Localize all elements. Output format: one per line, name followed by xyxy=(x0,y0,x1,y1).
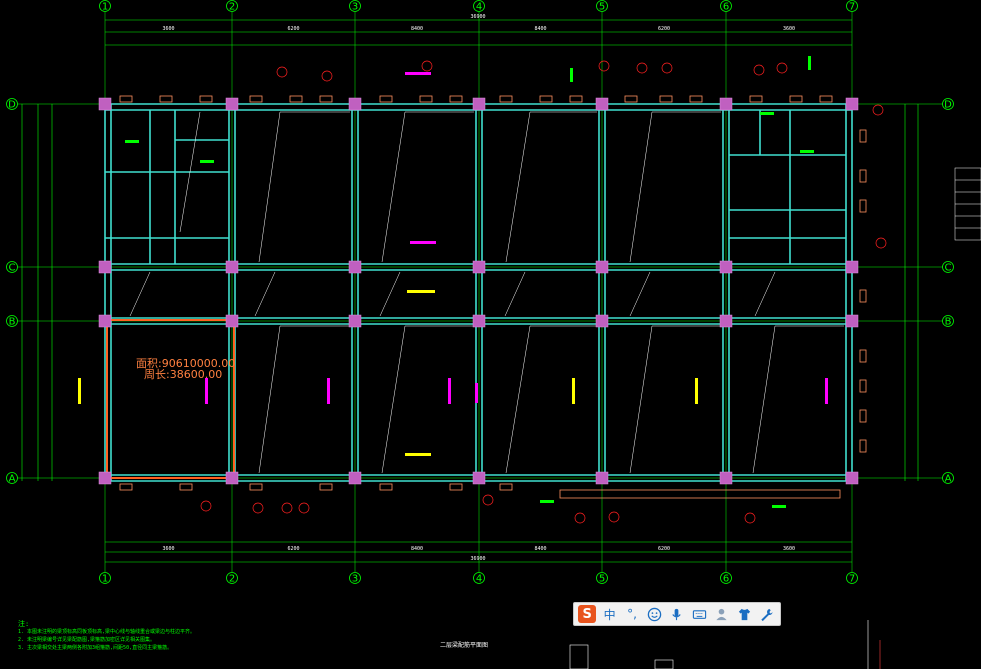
axis-label-2: 2 xyxy=(229,574,235,585)
span-dimension: 6200 xyxy=(658,546,670,552)
axis-label-6: 6 xyxy=(723,574,729,585)
cad-drawing-canvas[interactable]: 3600 3600 6200 6200 8400 8400 8400 8400 6200 6200… xyxy=(0,0,981,669)
span-dimension: 8400 xyxy=(411,26,423,32)
axis-label-B: B xyxy=(9,317,16,328)
column xyxy=(348,97,362,111)
column xyxy=(845,260,859,274)
total-dimension-bottom: 36900 xyxy=(470,556,485,562)
column xyxy=(845,471,859,485)
axis-label-5: 5 xyxy=(599,2,605,13)
column xyxy=(225,260,239,274)
span-dimension: 8400 xyxy=(534,546,546,552)
selected-room-outline[interactable] xyxy=(106,319,235,479)
section-callouts xyxy=(200,60,887,524)
column xyxy=(225,314,239,328)
axis-label-7: 7 xyxy=(849,2,855,13)
ime-mode-button[interactable]: 中 xyxy=(600,605,618,623)
side-legend-table xyxy=(954,167,981,241)
drawing-title: 二层梁配筋平面图 xyxy=(440,642,489,649)
total-dimension-top: 36900 xyxy=(470,14,485,20)
span-dimension: 3600 xyxy=(162,546,174,552)
column xyxy=(595,97,609,111)
column xyxy=(98,260,112,274)
column xyxy=(595,471,609,485)
axis-label-A: A xyxy=(945,474,952,485)
beam-lines xyxy=(104,103,853,482)
emoji-icon[interactable] xyxy=(645,605,663,623)
bottom-detail-fragments xyxy=(569,620,881,669)
sogou-logo-icon[interactable]: S xyxy=(578,605,597,623)
column xyxy=(845,97,859,111)
ime-punctuation-button[interactable]: °, xyxy=(623,605,641,623)
axis-label-2: 2 xyxy=(229,2,235,13)
axis-label-D: D xyxy=(944,100,952,111)
note-line-3: 3. 主次梁相交处主梁两侧各附加3组箍筋,间距50,直径同主梁箍筋。 xyxy=(18,645,173,651)
microphone-icon[interactable] xyxy=(668,605,686,623)
axis-label-C: C xyxy=(9,263,16,274)
axis-label-3: 3 xyxy=(352,2,358,13)
span-dimension: 6200 xyxy=(287,26,299,32)
axis-label-3: 3 xyxy=(352,574,358,585)
skin-shirt-icon[interactable] xyxy=(735,605,753,623)
axis-label-4: 4 xyxy=(476,2,482,13)
perimeter-value-label: 周长:38600.00 xyxy=(144,368,222,381)
span-dimension: 6200 xyxy=(287,546,299,552)
axis-label-1: 1 xyxy=(102,574,108,585)
column xyxy=(472,260,486,274)
span-dimension: 8400 xyxy=(534,26,546,32)
column xyxy=(719,97,733,111)
note-line-2: 2. 未注明梁编号详见梁配筋图,梁箍筋加密区详见相关图集。 xyxy=(18,637,156,643)
grid-axis-lines xyxy=(12,12,944,572)
keyboard-icon[interactable] xyxy=(690,605,708,623)
axis-label-B: B xyxy=(945,317,952,328)
axis-label-7: 7 xyxy=(849,574,855,585)
column xyxy=(472,97,486,111)
column xyxy=(595,260,609,274)
drawing-notes: 注: 1. 本图未注明的梁顶标高同板顶标高,梁中心线与轴线重合或梁边与柱边平齐。… xyxy=(18,620,195,652)
note-line-1: 1. 本图未注明的梁顶标高同板顶标高,梁中心线与轴线重合或梁边与柱边平齐。 xyxy=(18,629,196,635)
slab-diagonals xyxy=(129,111,844,474)
ime-toolbar[interactable]: S 中 °, xyxy=(573,602,781,626)
column xyxy=(348,314,362,328)
axis-bubbles: 1 1 2 2 3 3 4 4 5 5 6 6 7 7 D D C C B B A A xyxy=(6,0,954,585)
user-icon[interactable] xyxy=(713,605,731,623)
annotation-blocks xyxy=(78,56,828,508)
column xyxy=(98,97,112,111)
columns xyxy=(98,97,859,485)
column xyxy=(595,314,609,328)
column xyxy=(98,314,112,328)
axis-label-1: 1 xyxy=(102,2,108,13)
column xyxy=(98,471,112,485)
column xyxy=(472,314,486,328)
column xyxy=(348,260,362,274)
axis-label-4: 4 xyxy=(476,574,482,585)
axis-label-A: A xyxy=(9,474,16,485)
notes-title: 注: xyxy=(18,620,30,628)
column xyxy=(225,471,239,485)
wrench-settings-icon[interactable] xyxy=(758,605,776,623)
span-dimension: 3600 xyxy=(783,546,795,552)
span-dimension: 3600 xyxy=(162,26,174,32)
column xyxy=(472,471,486,485)
axis-label-6: 6 xyxy=(723,2,729,13)
span-dimension: 3600 xyxy=(783,26,795,32)
axis-label-C: C xyxy=(945,263,952,274)
column xyxy=(719,314,733,328)
column xyxy=(348,471,362,485)
column xyxy=(719,260,733,274)
span-dimension: 8400 xyxy=(411,546,423,552)
span-dimension: 6200 xyxy=(658,26,670,32)
axis-label-D: D xyxy=(8,100,16,111)
column xyxy=(845,314,859,328)
axis-label-5: 5 xyxy=(599,574,605,585)
column xyxy=(719,471,733,485)
column xyxy=(225,97,239,111)
